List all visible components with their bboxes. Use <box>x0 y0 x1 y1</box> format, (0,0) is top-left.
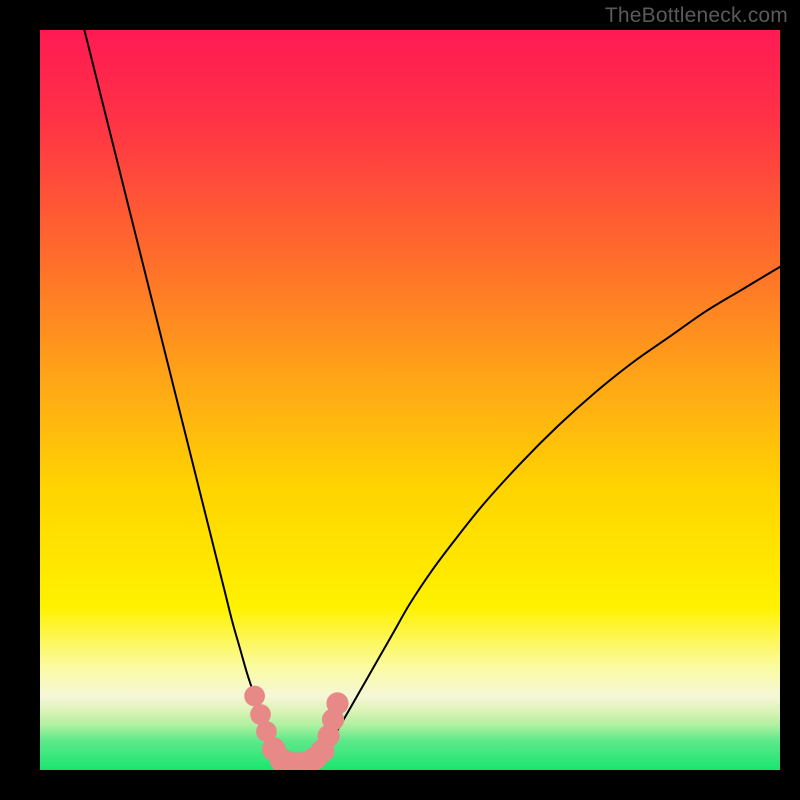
plot-area <box>40 30 780 770</box>
bottleneck-curve <box>84 30 780 766</box>
valley-markers <box>244 686 348 770</box>
valley-marker <box>326 692 348 714</box>
watermark-text: TheBottleneck.com <box>605 4 788 28</box>
chart-svg-layer <box>40 30 780 770</box>
valley-marker <box>244 686 265 707</box>
chart-frame: TheBottleneck.com <box>0 0 800 800</box>
